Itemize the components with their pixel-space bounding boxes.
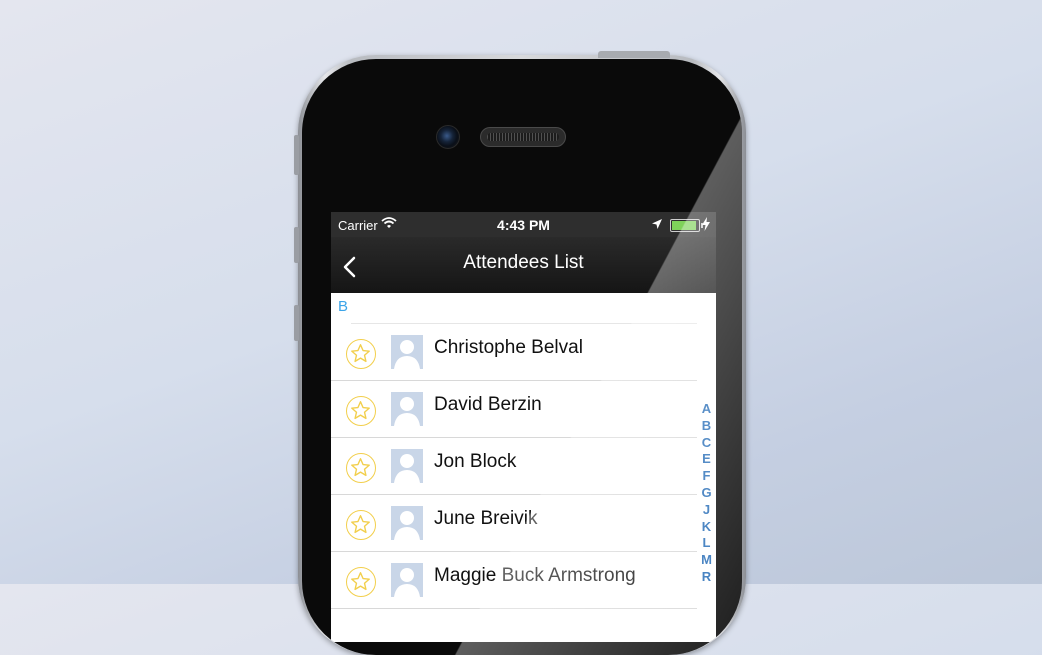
mute-switch [294,135,299,175]
index-letter-k[interactable]: K [697,519,716,536]
phone-frame: Carrier 4:43 PM Attendees List B Christo… [294,51,746,655]
volume-down-button [294,305,299,341]
star-icon[interactable] [346,396,376,426]
index-letter-b[interactable]: B [697,418,716,435]
location-arrow-icon [652,219,662,229]
attendee-name: Christophe Belval [434,337,583,358]
index-letter-a[interactable]: A [697,401,716,418]
star-icon[interactable] [346,453,376,483]
status-bar: Carrier 4:43 PM [331,212,716,237]
list-item[interactable]: David Berzin [331,381,697,438]
attendee-name: David Berzin [434,394,542,415]
index-letter-j[interactable]: J [697,502,716,519]
star-icon[interactable] [346,510,376,540]
app-screen: Carrier 4:43 PM Attendees List B Christo… [331,212,716,642]
index-letter-c[interactable]: C [697,435,716,452]
star-icon[interactable] [346,567,376,597]
avatar-placeholder-icon [391,335,423,369]
page-title: Attendees List [463,252,584,273]
index-letter-r[interactable]: R [697,569,716,586]
avatar-placeholder-icon [391,563,423,597]
section-header: B [331,293,697,324]
alphabet-index[interactable]: A B C E F G J K L M R [697,401,716,586]
charging-bolt-icon [702,217,710,231]
list-item[interactable]: Maggie Buck Armstrong [331,552,697,609]
volume-up-button [294,227,299,263]
attendee-name: Jon Block [434,451,517,472]
index-letter-f[interactable]: F [697,468,716,485]
index-letter-g[interactable]: G [697,485,716,502]
avatar-placeholder-icon [391,506,423,540]
earpiece-speaker [480,127,566,147]
index-letter-m[interactable]: M [697,552,716,569]
index-letter-e[interactable]: E [697,451,716,468]
power-button [598,51,670,58]
attendee-name: June Breivik [434,508,538,529]
list-item[interactable]: June Breivik [331,495,697,552]
star-icon[interactable] [346,339,376,369]
section-letter: B [338,298,349,315]
attendees-list[interactable]: B Christophe Belval David Berzin Jon Blo… [331,293,716,642]
phone-bezel: Carrier 4:43 PM Attendees List B Christo… [302,59,742,655]
front-camera [436,125,460,149]
navigation-bar: Attendees List [331,237,716,293]
battery-level [672,221,696,230]
avatar-placeholder-icon [391,392,423,426]
battery-icon [670,219,703,232]
list-item[interactable]: Christophe Belval [331,324,697,381]
list-item[interactable]: Jon Block [331,438,697,495]
avatar-placeholder-icon [391,449,423,483]
index-letter-l[interactable]: L [697,535,716,552]
